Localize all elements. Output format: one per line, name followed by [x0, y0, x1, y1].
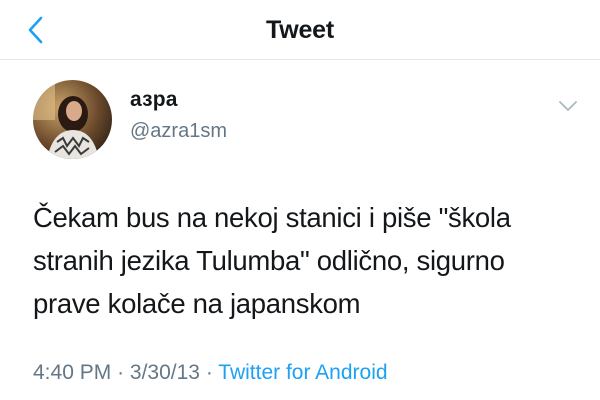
tweet-text-line: prave kolače na japanskom [33, 288, 361, 319]
tweet-text: Čekam bus na nekoj stanici i piše "škola… [33, 196, 583, 325]
avatar[interactable] [33, 80, 112, 159]
meta-separator: · [205, 361, 213, 384]
tweet-menu-button[interactable] [556, 96, 580, 116]
navigation-header: Tweet [0, 0, 600, 60]
avatar-photo [33, 80, 112, 159]
tweet-detail-screen: Tweet азра @azra1sm Čekam bus na nekoj s… [0, 0, 600, 400]
tweet-text-line: Čekam bus na nekoj stanici i piše "škola [33, 202, 511, 233]
meta-separator: · [117, 361, 125, 384]
author-handle[interactable]: @azra1sm [130, 120, 227, 143]
tweet-text-line: stranih jezika Tulumba" odlično, sigurno [33, 245, 505, 276]
tweet-source-link[interactable]: Twitter for Android [218, 361, 387, 384]
chevron-down-icon [559, 101, 577, 111]
page-title: Tweet [266, 16, 334, 44]
tweet-time: 4:40 PM [33, 361, 112, 384]
tweet-meta: 4:40 PM · 3/30/13 · Twitter for Android [33, 361, 388, 385]
author-display-name[interactable]: азра [130, 88, 178, 112]
tweet-date: 3/30/13 [129, 361, 200, 384]
